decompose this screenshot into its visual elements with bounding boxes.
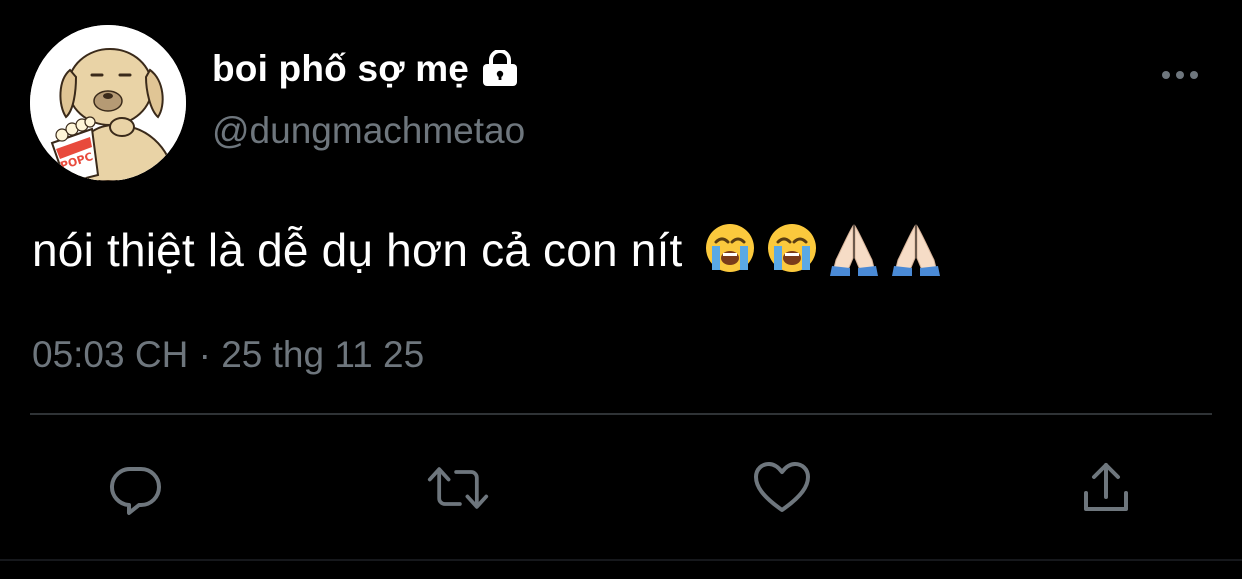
heart-icon	[754, 462, 810, 512]
avatar[interactable]: POPC	[30, 25, 186, 181]
user-handle[interactable]: @dungmachmetao	[212, 110, 525, 152]
loudly-crying-face-icon	[767, 224, 816, 272]
folded-hands-icon	[829, 224, 878, 276]
tweet-text: nói thiệt là dễ dụ hơn cả con nít	[32, 220, 950, 277]
folded-hands-icon	[891, 224, 940, 276]
retweet-button[interactable]	[426, 456, 490, 520]
dog-popcorn-avatar-image: POPC	[30, 25, 186, 181]
reply-button[interactable]	[104, 456, 168, 520]
loudly-crying-face-icon	[705, 224, 754, 272]
share-button[interactable]	[1074, 456, 1138, 520]
tweet-timestamp[interactable]: 05:03 CH · 25 thg 11 25	[32, 334, 424, 376]
like-button[interactable]	[750, 456, 814, 520]
lock-icon	[479, 48, 521, 90]
tweet-body: nói thiệt là dễ dụ hơn cả con nít	[32, 224, 683, 276]
retweet-icon	[427, 467, 489, 509]
divider	[30, 413, 1212, 415]
display-name[interactable]: boi phố sợ mẹ	[212, 48, 469, 90]
reply-icon	[109, 466, 161, 515]
more-options-icon[interactable]	[1156, 62, 1204, 88]
share-icon	[1084, 463, 1128, 511]
display-name-row: boi phố sợ mẹ	[212, 44, 521, 94]
bottom-divider	[0, 559, 1242, 561]
emoji-row	[702, 220, 950, 276]
tweet: POPC boi phố sợ mẹ @dungmachmetao nói th…	[0, 0, 1242, 579]
